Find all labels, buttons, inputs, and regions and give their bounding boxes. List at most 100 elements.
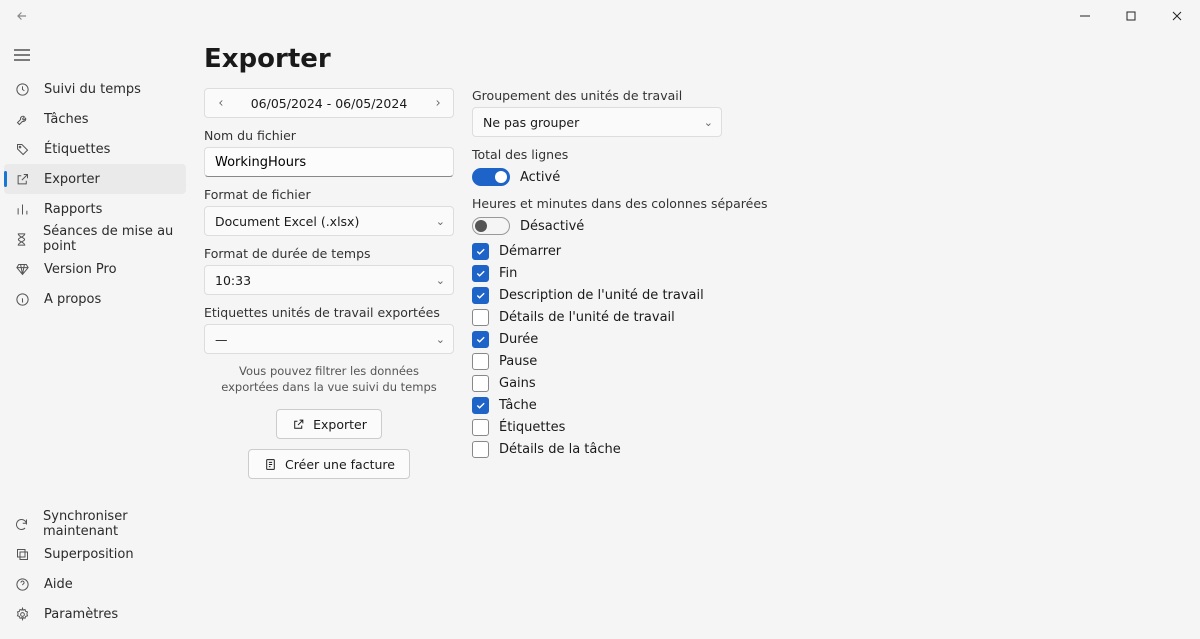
help-icon	[14, 576, 30, 592]
window-close[interactable]	[1154, 0, 1200, 32]
column-option-label: Étiquettes	[499, 420, 565, 435]
sidebar-item-label: Aide	[44, 577, 73, 592]
duration-value: 10:33	[215, 273, 251, 288]
info-icon	[14, 291, 30, 307]
back-button[interactable]	[10, 4, 34, 28]
create-invoice-label: Créer une facture	[285, 457, 395, 472]
grouping-label: Groupement des unités de travail	[472, 88, 782, 103]
column-option-label: Détails de l'unité de travail	[499, 310, 675, 325]
window-maximize[interactable]	[1108, 0, 1154, 32]
sidebar-item-label: Exporter	[44, 172, 100, 187]
sidebar-item-tasks[interactable]: Tâches	[0, 104, 190, 134]
sidebar-item-label: Séances de mise au point	[43, 224, 178, 254]
fileformat-select[interactable]: Document Excel (.xlsx) ⌄	[204, 206, 454, 236]
grouping-select[interactable]: Ne pas grouper ⌄	[472, 107, 722, 137]
checkbox[interactable]	[472, 287, 489, 304]
sidebar-item-label: Synchroniser maintenant	[43, 509, 178, 539]
sidebar-item-label: Paramètres	[44, 607, 118, 622]
column-option[interactable]: Pause	[472, 353, 782, 370]
export-icon	[14, 171, 30, 187]
export-button-label: Exporter	[313, 417, 367, 432]
sidebar-item-reports[interactable]: Rapports	[0, 194, 190, 224]
date-prev-button[interactable]	[205, 89, 237, 117]
column-option-label: Pause	[499, 354, 537, 369]
filter-hint: Vous pouvez filtrer les données exportée…	[210, 364, 448, 395]
sidebar-item-label: Étiquettes	[44, 142, 110, 157]
column-option[interactable]: Description de l'unité de travail	[472, 287, 782, 304]
column-option[interactable]: Durée	[472, 331, 782, 348]
sidebar-item-settings[interactable]: Paramètres	[0, 599, 190, 629]
chevron-down-icon: ⌄	[436, 274, 445, 287]
hm-state: Désactivé	[520, 219, 584, 234]
duration-label: Format de durée de temps	[204, 246, 454, 261]
checkbox[interactable]	[472, 265, 489, 282]
checkbox[interactable]	[472, 331, 489, 348]
taglabels-label: Etiquettes unités de travail exportées	[204, 305, 454, 320]
sidebar-item-focus[interactable]: Séances de mise au point	[0, 224, 190, 254]
sidebar-item-label: A propos	[44, 292, 101, 307]
column-option[interactable]: Démarrer	[472, 243, 782, 260]
invoice-icon	[263, 457, 277, 471]
filename-input[interactable]	[204, 147, 454, 177]
export-icon	[291, 417, 305, 431]
grouping-value: Ne pas grouper	[483, 115, 579, 130]
column-option-label: Durée	[499, 332, 538, 347]
sidebar-item-pro[interactable]: Version Pro	[0, 254, 190, 284]
totals-label: Total des lignes	[472, 147, 782, 162]
date-next-button[interactable]	[421, 89, 453, 117]
fileformat-label: Format de fichier	[204, 187, 454, 202]
sidebar-item-export[interactable]: Exporter	[4, 164, 186, 194]
checkbox[interactable]	[472, 353, 489, 370]
diamond-icon	[14, 261, 30, 277]
column-option-label: Tâche	[499, 398, 537, 413]
column-option[interactable]: Gains	[472, 375, 782, 392]
sidebar-item-label: Version Pro	[44, 262, 117, 277]
checkbox[interactable]	[472, 375, 489, 392]
sidebar-item-sync[interactable]: Synchroniser maintenant	[0, 509, 190, 539]
sidebar-item-label: Superposition	[44, 547, 134, 562]
column-option[interactable]: Détails de la tâche	[472, 441, 782, 458]
tag-icon	[14, 141, 30, 157]
sidebar-item-time-tracking[interactable]: Suivi du temps	[0, 74, 190, 104]
checkbox[interactable]	[472, 243, 489, 260]
column-option-label: Démarrer	[499, 244, 561, 259]
tag-labels-select[interactable]: — ⌄	[204, 324, 454, 354]
sidebar-item-tags[interactable]: Étiquettes	[0, 134, 190, 164]
wrench-icon	[14, 111, 30, 127]
sidebar-item-about[interactable]: A propos	[0, 284, 190, 314]
checkbox[interactable]	[472, 397, 489, 414]
export-button[interactable]: Exporter	[276, 409, 382, 439]
menu-toggle[interactable]	[2, 38, 42, 72]
chevron-down-icon: ⌄	[704, 116, 713, 129]
fileformat-value: Document Excel (.xlsx)	[215, 214, 359, 229]
chart-icon	[14, 201, 30, 217]
checkbox[interactable]	[472, 419, 489, 436]
hourglass-icon	[14, 231, 29, 247]
column-option[interactable]: Étiquettes	[472, 419, 782, 436]
create-invoice-button[interactable]: Créer une facture	[248, 449, 410, 479]
chevron-down-icon: ⌄	[436, 333, 445, 346]
column-option[interactable]: Tâche	[472, 397, 782, 414]
checkbox[interactable]	[472, 309, 489, 326]
date-range-display[interactable]: 06/05/2024 - 06/05/2024	[237, 89, 421, 117]
window-minimize[interactable]	[1062, 0, 1108, 32]
column-option-label: Fin	[499, 266, 517, 281]
column-option-label: Description de l'unité de travail	[499, 288, 704, 303]
column-option[interactable]: Fin	[472, 265, 782, 282]
hm-label: Heures et minutes dans des colonnes sépa…	[472, 196, 782, 211]
sidebar-item-label: Rapports	[44, 202, 102, 217]
column-option-label: Gains	[499, 376, 536, 391]
hm-toggle[interactable]	[472, 217, 510, 235]
overlay-icon	[14, 546, 30, 562]
gear-icon	[14, 606, 30, 622]
checkbox[interactable]	[472, 441, 489, 458]
sidebar-item-overlay[interactable]: Superposition	[0, 539, 190, 569]
page-title: Exporter	[204, 44, 1176, 74]
filename-label: Nom du fichier	[204, 128, 454, 143]
column-option[interactable]: Détails de l'unité de travail	[472, 309, 782, 326]
sidebar-item-help[interactable]: Aide	[0, 569, 190, 599]
totals-toggle[interactable]	[472, 168, 510, 186]
totals-state: Activé	[520, 170, 560, 185]
chevron-down-icon: ⌄	[436, 215, 445, 228]
duration-format-select[interactable]: 10:33 ⌄	[204, 265, 454, 295]
